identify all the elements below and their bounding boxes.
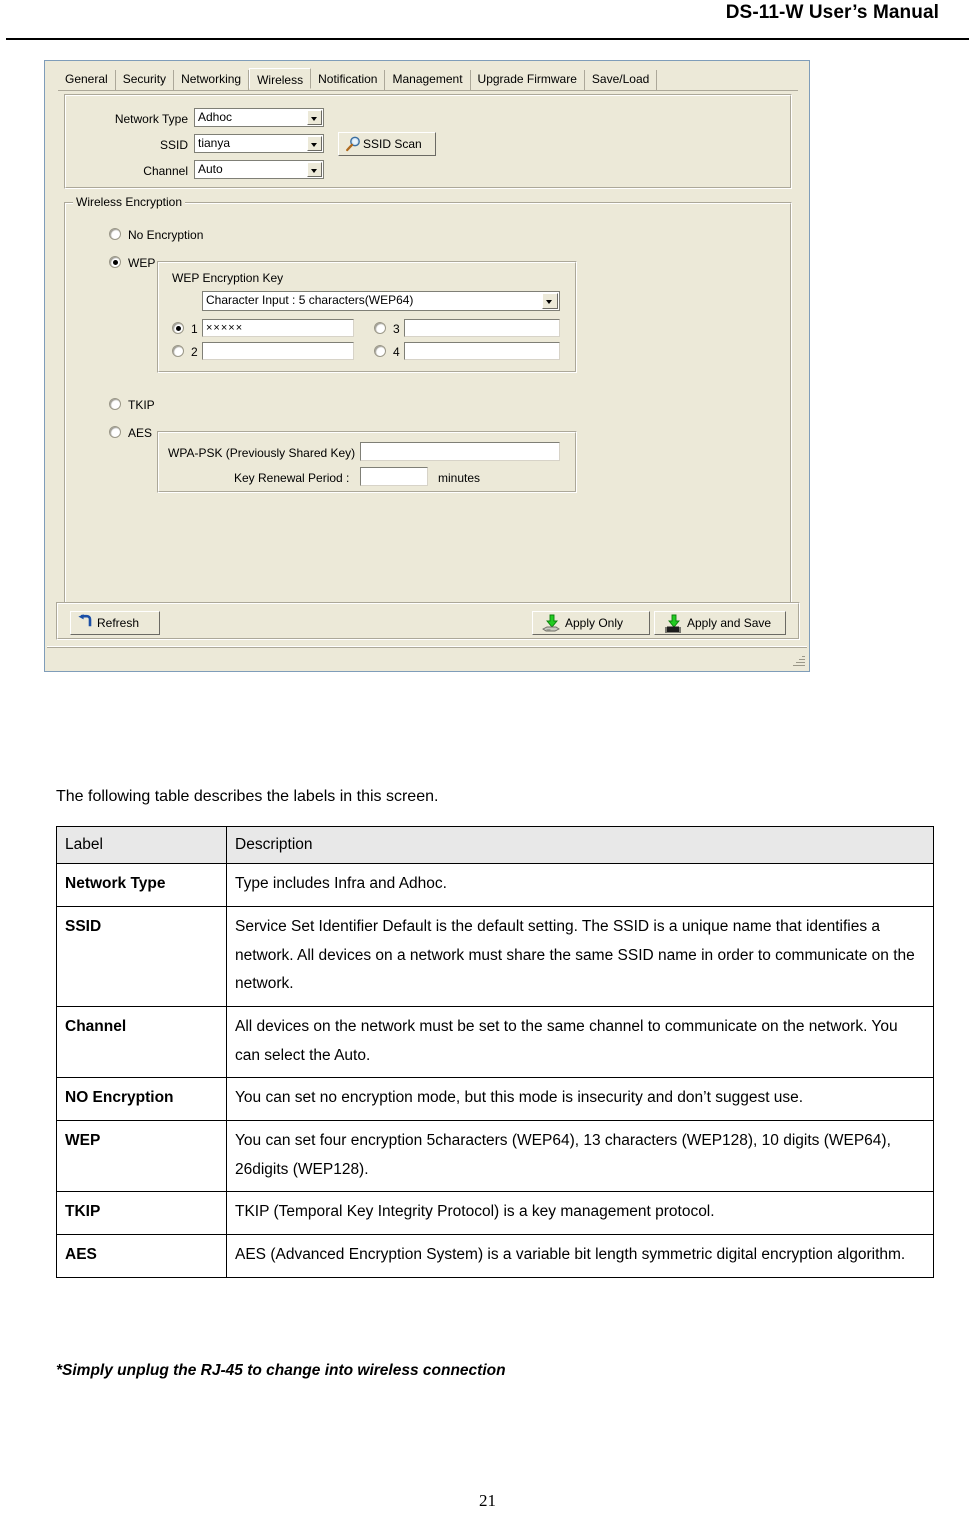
wep-key-type-combo[interactable]: Character Input : 5 characters(WEP64) xyxy=(202,291,560,311)
ssid-scan-button[interactable]: SSID Scan xyxy=(338,132,436,156)
wep-encryption-key-label: WEP Encryption Key xyxy=(172,271,284,285)
wpa-psk-input[interactable] xyxy=(360,442,560,461)
row-desc-tkip: TKIP (Temporal Key Integrity Protocol) i… xyxy=(226,1191,934,1235)
tab-security[interactable]: Security xyxy=(116,70,175,90)
wpa-psk-groupbox: WPA-PSK (Previously Shared Key) Key Rene… xyxy=(157,431,577,493)
chevron-down-icon[interactable] xyxy=(307,110,322,125)
network-type-value: Adhoc xyxy=(198,110,233,124)
status-bar xyxy=(47,646,807,669)
table-header-row: Label Description xyxy=(56,825,934,865)
radio-aes[interactable]: AES xyxy=(109,426,152,440)
refresh-label: Refresh xyxy=(97,616,140,630)
intro-text: The following table describes the labels… xyxy=(56,788,439,805)
command-bar-inner: Refresh Apply Only Apply and Save xyxy=(57,603,799,639)
tab-networking[interactable]: Networking xyxy=(174,70,250,90)
table-row: WEP You can set four encryption 5charact… xyxy=(56,1119,934,1193)
row-desc-ssid: Service Set Identifier Default is the de… xyxy=(226,905,934,1007)
refresh-button[interactable]: Refresh xyxy=(70,611,160,635)
row-desc-wep: You can set four encryption 5characters … xyxy=(226,1119,934,1193)
page-number: 21 xyxy=(479,1491,496,1510)
magnifier-icon xyxy=(344,135,362,153)
config-utility-window-screenshot: General Security Networking Wireless Not… xyxy=(44,60,810,672)
resize-grip-icon[interactable] xyxy=(791,653,805,667)
apply-only-label: Apply Only xyxy=(565,616,624,630)
chevron-down-icon[interactable] xyxy=(542,293,558,309)
ssid-combo[interactable]: tianya xyxy=(194,134,324,153)
wpa-psk-label: WPA-PSK (Previously Shared Key) xyxy=(168,446,356,460)
row-label-wep: WEP xyxy=(56,1119,227,1193)
apply-only-icon xyxy=(541,614,560,632)
tab-upgrade-firmware[interactable]: Upgrade Firmware xyxy=(471,70,585,90)
command-bar: Refresh Apply Only Apply and Save xyxy=(56,602,800,640)
ssid-scan-label: SSID Scan xyxy=(363,137,422,151)
label-description-table: Label Description Network Type Type incl… xyxy=(56,825,934,1278)
chevron-down-icon[interactable] xyxy=(307,136,322,151)
radio-tkip[interactable]: TKIP xyxy=(109,398,155,412)
tab-wireless[interactable]: Wireless xyxy=(249,68,312,89)
table-row: TKIP TKIP (Temporal Key Integrity Protoc… xyxy=(56,1191,934,1235)
footnote-text: *Simply unplug the RJ-45 to change into … xyxy=(56,1362,506,1379)
tab-save-load[interactable]: Save/Load xyxy=(585,70,658,90)
apply-and-save-chip-icon xyxy=(663,614,681,633)
wireless-encryption-caption: Wireless Encryption xyxy=(73,195,186,209)
row-desc-network-type: Type includes Infra and Adhoc. xyxy=(226,863,934,907)
tab-strip: General Security Networking Wireless Not… xyxy=(58,68,798,91)
wep-key-2-input[interactable] xyxy=(202,342,354,360)
row-desc-aes: AES (Advanced Encryption System) is a va… xyxy=(226,1233,934,1278)
wep-key-type-value: Character Input : 5 characters(WEP64) xyxy=(206,293,414,307)
header-rule xyxy=(6,38,969,40)
refresh-arrow-icon xyxy=(77,614,95,632)
network-type-combo[interactable]: Adhoc xyxy=(194,108,324,127)
tab-general[interactable]: General xyxy=(58,70,116,90)
apply-and-save-label: Apply and Save xyxy=(687,616,772,630)
row-label-channel: Channel xyxy=(56,1005,227,1079)
wep-key-4-input[interactable] xyxy=(404,342,560,360)
table-row: Network Type Type includes Infra and Adh… xyxy=(56,863,934,907)
row-label-tkip: TKIP xyxy=(56,1191,227,1235)
manual-title: DS-11-W User’s Manual xyxy=(725,2,939,23)
channel-combo[interactable]: Auto xyxy=(194,160,324,179)
radio-wep-key-1[interactable]: 1 xyxy=(172,322,198,336)
key-renewal-units-label: minutes xyxy=(438,471,481,485)
wep-key-3-input[interactable] xyxy=(404,319,560,337)
network-type-label: Network Type xyxy=(114,112,188,126)
page-header: DS-11-W User’s Manual xyxy=(0,0,975,38)
table-row: SSID Service Set Identifier Default is t… xyxy=(56,905,934,1007)
radio-wep-key-3[interactable]: 3 xyxy=(374,322,400,336)
row-label-aes: AES xyxy=(56,1233,227,1278)
tab-notification[interactable]: Notification xyxy=(311,70,386,90)
apply-and-save-button[interactable]: Apply and Save xyxy=(654,611,786,635)
row-desc-channel: All devices on the network must be set t… xyxy=(226,1005,934,1079)
channel-value: Auto xyxy=(198,162,223,176)
key-renewal-period-label: Key Renewal Period : xyxy=(234,471,350,485)
chevron-down-icon[interactable] xyxy=(307,162,322,177)
table-row: AES AES (Advanced Encryption System) is … xyxy=(56,1233,934,1278)
ssid-label: SSID xyxy=(159,138,188,152)
row-label-no-encryption: NO Encryption xyxy=(56,1077,227,1121)
channel-label: Channel xyxy=(143,164,188,178)
row-label-network-type: Network Type xyxy=(56,863,227,907)
radio-no-encryption[interactable]: No Encryption xyxy=(109,228,203,242)
tab-management[interactable]: Management xyxy=(385,70,471,90)
row-label-ssid: SSID xyxy=(56,905,227,1007)
radio-wep-key-2[interactable]: 2 xyxy=(172,345,198,359)
row-desc-no-encryption: You can set no encryption mode, but this… xyxy=(226,1077,934,1121)
key-renewal-period-input[interactable] xyxy=(360,467,428,486)
window-client-area: General Security Networking Wireless Not… xyxy=(46,62,808,670)
wep-encryption-key-groupbox: WEP Encryption Key Character Input : 5 c… xyxy=(157,261,577,373)
wireless-encryption-groupbox: Wireless Encryption No Encryption WEP WE… xyxy=(64,195,792,620)
radio-wep-key-4[interactable]: 4 xyxy=(374,345,400,359)
apply-only-button[interactable]: Apply Only xyxy=(532,611,650,635)
ssid-value: tianya xyxy=(198,136,231,150)
table-row: NO Encryption You can set no encryption … xyxy=(56,1077,934,1121)
radio-wep[interactable]: WEP xyxy=(109,256,155,270)
basic-settings-panel: Network Type Adhoc SSID tianya SSID Scan… xyxy=(64,94,792,189)
table-header-description: Description xyxy=(226,825,934,865)
table-header-label: Label xyxy=(56,825,227,865)
wep-key-1-input[interactable]: ××××× xyxy=(202,319,354,337)
basic-settings-panel-inner: Network Type Adhoc SSID tianya SSID Scan… xyxy=(65,95,791,188)
table-row: Channel All devices on the network must … xyxy=(56,1005,934,1079)
